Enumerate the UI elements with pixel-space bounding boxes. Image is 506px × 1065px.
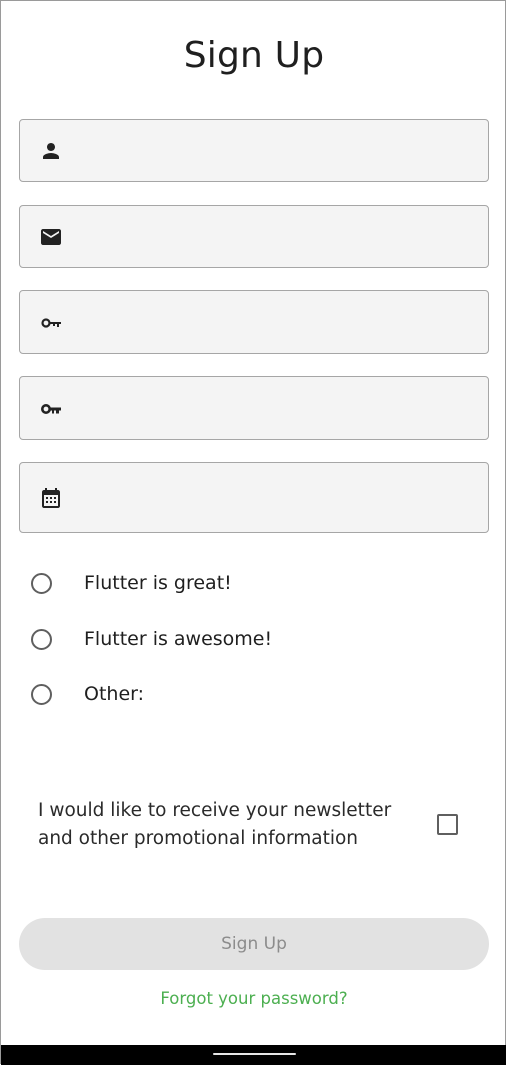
radio-label: Other: [84,683,145,705]
email-field[interactable] [19,205,489,268]
radio-label: Flutter is great! [84,572,232,594]
page-title: Sign Up [183,35,325,76]
radio-button[interactable] [31,628,52,650]
email-input[interactable] [80,206,476,267]
forgot-password-link[interactable]: Forgot your password? [1,989,506,1008]
radio-button[interactable] [31,572,52,594]
radio-option-awesome[interactable]: Flutter is awesome! [31,627,272,651]
key-icon [39,311,63,335]
name-field[interactable] [19,119,489,182]
newsletter-checkbox[interactable] [437,814,458,835]
signup-button[interactable]: Sign Up [19,918,489,970]
radio-option-other[interactable]: Other: [31,682,144,706]
key-icon [39,397,63,421]
name-input[interactable] [80,120,476,181]
password-input[interactable] [80,291,476,353]
radio-label: Flutter is awesome! [84,628,273,650]
confirm-password-input[interactable] [80,377,476,439]
person-icon [39,139,63,163]
newsletter-label-line2: and other promotional information [38,828,359,849]
confirm-password-field[interactable] [19,376,489,440]
calendar-icon [39,486,63,510]
birthdate-field[interactable] [19,462,489,533]
radio-option-great[interactable]: Flutter is great! [31,571,232,595]
newsletter-label: I would like to receive your newsletter … [38,797,408,853]
newsletter-label-line1: I would like to receive your newsletter [38,800,392,821]
password-field[interactable] [19,290,489,354]
email-icon [39,225,63,249]
radio-button[interactable] [31,683,52,705]
system-navigation-bar [1,1045,506,1065]
app-screen: Sign Up Flutter is great! Flutter is awe… [0,0,506,1065]
home-gesture-handle[interactable] [213,1053,296,1055]
birthdate-input[interactable] [80,463,476,532]
